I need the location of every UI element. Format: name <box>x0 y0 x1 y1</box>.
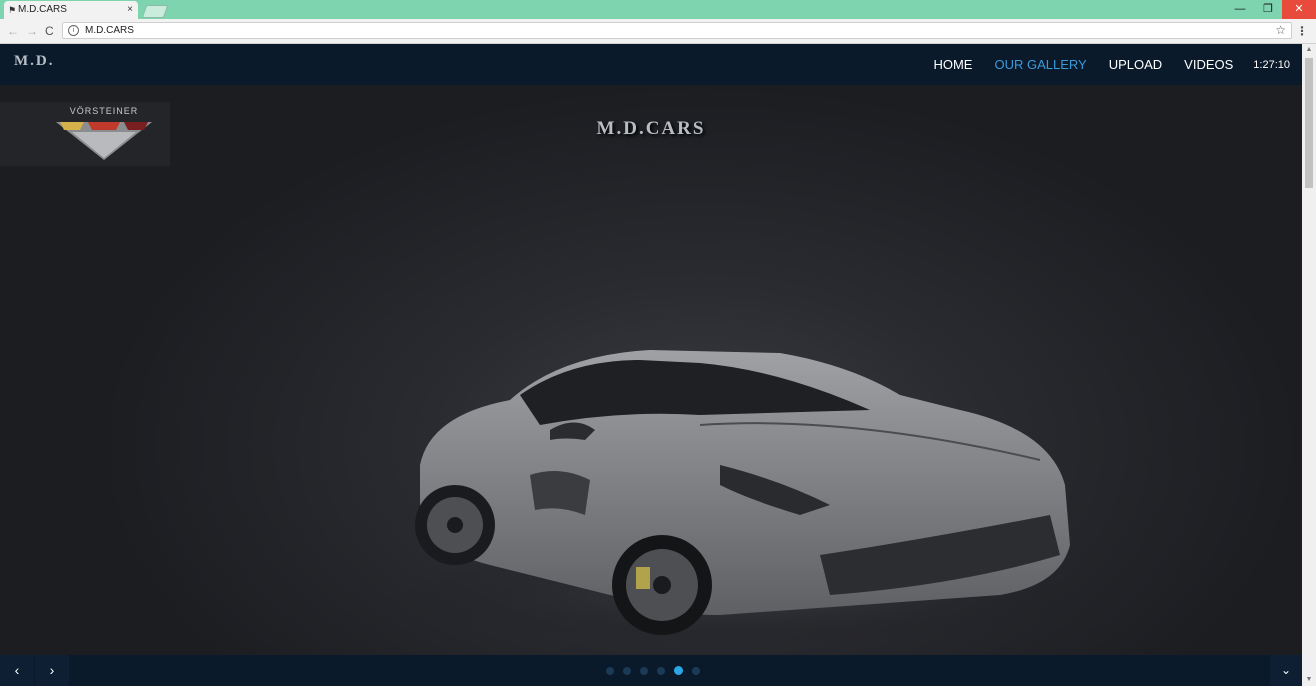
url-text[interactable]: M.D.CARS <box>85 23 134 38</box>
slider-controls: ‹ › ⌄ <box>0 655 1302 686</box>
brand-logo[interactable]: M.D. <box>14 53 55 70</box>
slide-dot-1[interactable] <box>606 667 614 675</box>
page: M.D. HOME OUR GALLERY UPLOAD VIDEOS 1:27… <box>0 44 1302 686</box>
new-tab-button[interactable] <box>141 5 169 18</box>
nav-upload[interactable]: UPLOAD <box>1109 57 1162 72</box>
slide-dot-6[interactable] <box>692 667 700 675</box>
hero-title: M.D.CARS <box>596 118 706 139</box>
scroll-down-arrow-icon[interactable]: ▼ <box>1302 674 1316 686</box>
browser-tabstrip: ⚑ M.D.CARS × — ❐ ✕ <box>0 0 1316 19</box>
prev-slide-button[interactable]: ‹ <box>0 655 34 686</box>
address-bar[interactable]: i M.D.CARS ☆ <box>62 22 1292 39</box>
reload-button[interactable]: C <box>45 23 54 39</box>
next-slide-button[interactable]: › <box>35 655 69 686</box>
browser-toolbar: ← → C i M.D.CARS ☆ ⋮ <box>0 19 1316 44</box>
tab-close-button[interactable]: × <box>127 1 133 19</box>
favicon-icon: ⚑ <box>8 5 17 15</box>
scroll-down-button[interactable]: ⌄ <box>1270 655 1302 686</box>
close-window-button[interactable]: ✕ <box>1282 0 1316 19</box>
car-image <box>400 350 1080 645</box>
hero-slide: VÖRSTEINER M.D.CARS <box>0 85 1302 655</box>
browser-menu-icon[interactable]: ⋮ <box>1296 23 1308 39</box>
slide-dots <box>606 666 709 675</box>
bookmark-star-icon[interactable]: ☆ <box>1275 23 1286 38</box>
back-button[interactable]: ← <box>7 23 19 39</box>
forward-button[interactable]: → <box>26 23 38 39</box>
nav-our-gallery[interactable]: OUR GALLERY <box>994 57 1086 72</box>
restore-button[interactable]: ❐ <box>1254 0 1282 19</box>
info-icon[interactable]: i <box>68 25 79 36</box>
scroll-up-arrow-icon[interactable]: ▲ <box>1302 44 1316 56</box>
site-header: M.D. HOME OUR GALLERY UPLOAD VIDEOS 1:27… <box>0 44 1302 85</box>
slide-dot-5[interactable] <box>674 666 683 675</box>
clock: 1:27:10 <box>1253 58 1290 71</box>
scrollbar-thumb[interactable] <box>1305 58 1313 188</box>
minimize-button[interactable]: — <box>1226 0 1254 19</box>
browser-tab[interactable]: ⚑ M.D.CARS × <box>4 1 138 19</box>
window-controls: — ❐ ✕ <box>1226 0 1316 19</box>
slide-dot-3[interactable] <box>640 667 648 675</box>
badge-text: VÖRSTEINER <box>70 106 139 116</box>
slide-dot-4[interactable] <box>657 667 665 675</box>
main-nav: HOME OUR GALLERY UPLOAD VIDEOS 1:27:10 <box>911 44 1290 85</box>
nav-home[interactable]: HOME <box>933 57 972 72</box>
nav-videos[interactable]: VIDEOS <box>1184 57 1233 72</box>
tab-title: M.D.CARS <box>18 4 67 15</box>
page-scrollbar[interactable]: ▲ ▼ <box>1302 44 1316 686</box>
slide-dot-2[interactable] <box>623 667 631 675</box>
